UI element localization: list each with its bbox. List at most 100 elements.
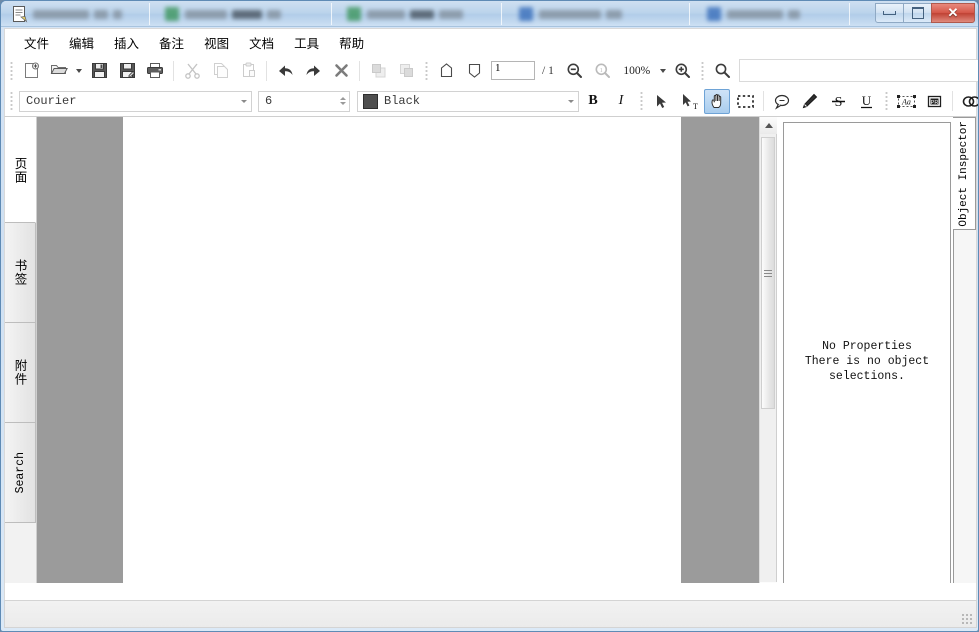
cut-button[interactable] — [179, 58, 205, 83]
text-box-aa-icon: Aa — [896, 94, 916, 108]
zoom-out-button[interactable] — [562, 58, 588, 83]
toolbar-grip[interactable] — [7, 59, 15, 82]
document-vertical-scrollbar[interactable] — [759, 117, 777, 599]
zoom-actual-size-button[interactable]: 1 — [590, 58, 616, 83]
textbox-tool-button[interactable]: Aa — [893, 89, 919, 114]
resize-grip-icon[interactable] — [961, 613, 973, 625]
page-total-label: / 1 — [542, 64, 554, 77]
toolbar-grip[interactable] — [882, 90, 890, 112]
window-controls: ✕ — [875, 3, 975, 23]
zoom-level-combobox[interactable]: 100% — [617, 60, 669, 81]
hand-tool-button[interactable] — [704, 88, 730, 114]
font-size-spinner[interactable]: 6 — [258, 90, 350, 112]
scroll-up-button[interactable] — [760, 117, 777, 134]
bold-button[interactable]: B — [580, 89, 606, 114]
svg-text:Aa: Aa — [901, 97, 911, 106]
copy-button[interactable] — [207, 58, 233, 83]
menu-bar: 文件 编辑 插入 备注 视图 文档 工具 帮助 — [4, 28, 977, 55]
inspector-empty-line1: No Properties — [822, 340, 912, 353]
bottom-strip — [4, 583, 977, 600]
new-file-icon — [24, 62, 39, 78]
image-stamp-tool-button[interactable]: PR — [921, 89, 947, 114]
minimize-button[interactable] — [875, 3, 904, 23]
zoom-in-button[interactable] — [670, 58, 696, 83]
svg-text:S: S — [834, 95, 842, 110]
menu-edit[interactable]: 编辑 — [59, 30, 104, 55]
sidebar-tab-pages-label: 页面 — [12, 156, 28, 184]
svg-text:U: U — [861, 93, 871, 108]
menu-help[interactable]: 帮助 — [329, 30, 374, 55]
search-icon — [715, 63, 731, 78]
chevron-down-icon — [339, 102, 346, 105]
inspector-tab[interactable]: Object Inspector — [953, 117, 976, 230]
inspector-properties-list[interactable]: No Properties There is no object selecti… — [783, 122, 951, 594]
open-document-button[interactable] — [46, 58, 72, 83]
sidebar-tab-pages[interactable]: 页面 — [5, 118, 36, 223]
text-color-dropdown[interactable] — [563, 92, 578, 111]
toolbar-grip[interactable] — [698, 59, 707, 82]
application-window: ✕ 文件 编辑 插入 备注 视图 文档 工具 帮助 1 / 1 1 100% C… — [0, 0, 979, 632]
save-as-button[interactable] — [114, 58, 140, 83]
text-color-combobox[interactable]: Black — [357, 90, 579, 112]
status-bar — [4, 600, 977, 628]
print-button[interactable] — [142, 58, 168, 83]
select-tool-button[interactable] — [648, 89, 674, 114]
page-number-input[interactable]: 1 — [491, 61, 535, 80]
toolbar-grip[interactable] — [7, 90, 15, 112]
underline-tool-button[interactable]: U — [853, 89, 879, 114]
zoom-in-icon — [675, 63, 691, 78]
italic-button[interactable]: I — [608, 89, 634, 114]
sidebar-tab-search[interactable]: Search — [5, 423, 36, 523]
svg-text:T: T — [693, 102, 698, 110]
link-tool-button[interactable] — [958, 89, 978, 114]
marquee-select-tool-button[interactable] — [732, 89, 758, 114]
floppy-disk-pen-icon — [119, 63, 135, 78]
highlight-tool-button[interactable] — [797, 89, 823, 114]
save-button[interactable] — [86, 58, 112, 83]
close-button[interactable]: ✕ — [931, 3, 975, 23]
undo-button[interactable] — [272, 58, 298, 83]
first-page-button[interactable] — [433, 58, 459, 83]
open-document-dropdown[interactable] — [73, 58, 85, 83]
redo-button[interactable] — [300, 58, 326, 83]
sidebar-tab-search-label: Search — [13, 451, 27, 494]
inspector-tab-filler — [953, 230, 976, 599]
font-family-combobox[interactable]: Courier — [19, 90, 252, 112]
send-to-back-button[interactable] — [393, 58, 419, 83]
sidebar-tab-attachments[interactable]: 附件 — [5, 323, 36, 423]
document-viewport[interactable] — [37, 117, 759, 599]
text-select-tool-button[interactable]: T — [676, 89, 702, 114]
toolbar-grip[interactable] — [422, 59, 430, 82]
new-document-button[interactable] — [18, 58, 44, 83]
sidebar-tab-bookmarks[interactable]: 书签 — [5, 223, 36, 323]
svg-text:PR: PR — [930, 99, 938, 105]
search-input[interactable] — [738, 59, 978, 82]
zoom-level-dropdown[interactable] — [657, 58, 669, 83]
bring-to-front-button[interactable] — [365, 58, 391, 83]
dashed-rectangle-icon — [736, 94, 754, 108]
maximize-button[interactable] — [903, 3, 932, 23]
font-size-stepper[interactable] — [336, 92, 349, 111]
strikethrough-tool-button[interactable]: S — [825, 89, 851, 114]
menu-insert[interactable]: 插入 — [104, 30, 149, 55]
last-page-button[interactable] — [461, 58, 487, 83]
menu-tools[interactable]: 工具 — [284, 30, 329, 55]
comment-tool-button[interactable] — [769, 89, 795, 114]
font-family-dropdown[interactable] — [236, 92, 251, 111]
paste-button[interactable] — [235, 58, 261, 83]
menu-view[interactable]: 视图 — [194, 30, 239, 55]
toolbar-grip[interactable] — [637, 90, 645, 112]
inspector-empty-line2: There is no object — [804, 355, 930, 368]
bring-front-icon — [371, 64, 385, 78]
delete-button[interactable] — [328, 58, 354, 83]
strikethrough-icon: S — [831, 95, 845, 110]
scrollbar-thumb[interactable] — [761, 137, 775, 409]
menu-file[interactable]: 文件 — [14, 30, 59, 55]
menu-document[interactable]: 文档 — [239, 30, 284, 55]
zoom-level-value: 100% — [623, 64, 651, 77]
document-page[interactable] — [123, 117, 681, 599]
toolbar-separator — [952, 91, 953, 111]
page-down-icon — [468, 63, 480, 78]
search-button[interactable] — [710, 58, 736, 83]
menu-comment[interactable]: 备注 — [149, 30, 194, 55]
